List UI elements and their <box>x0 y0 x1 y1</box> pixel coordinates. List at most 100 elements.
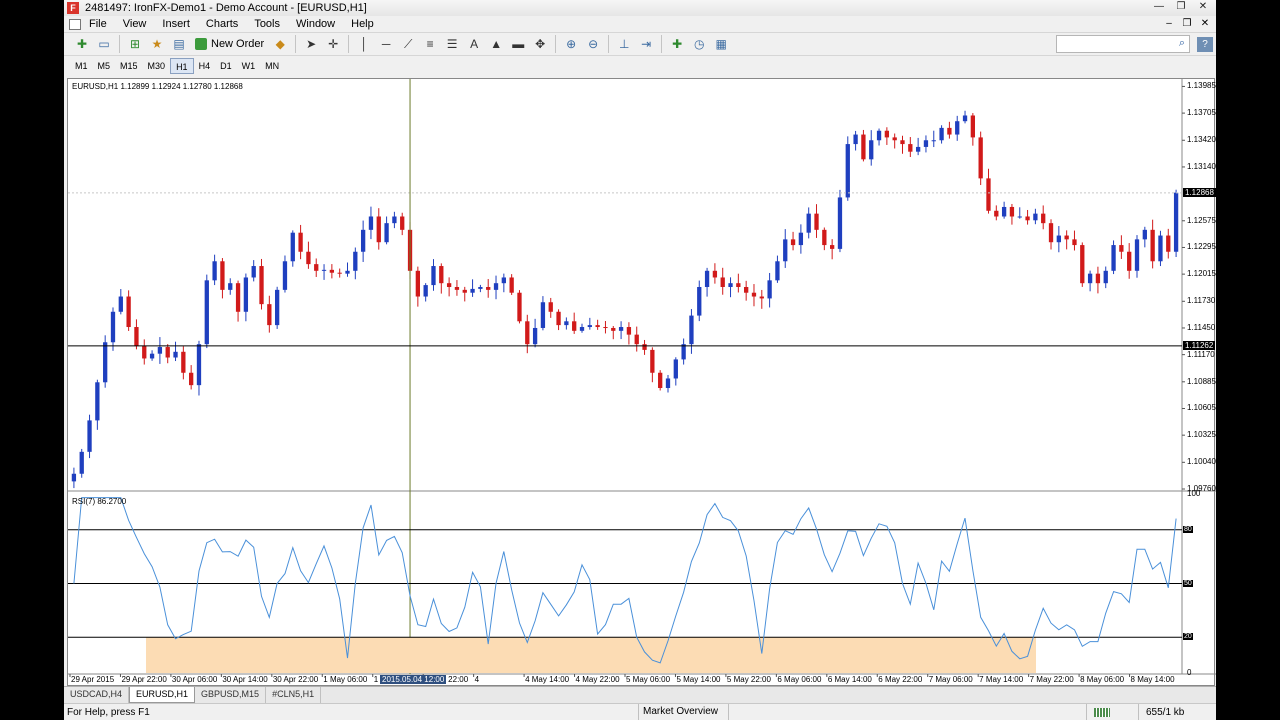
zoom-in-icon[interactable]: ⊕ <box>561 34 581 54</box>
close-icon[interactable]: ✕ <box>1192 0 1214 14</box>
bear-candle <box>947 127 952 135</box>
timeframe-m15[interactable]: M15 <box>115 58 143 74</box>
search-icon[interactable]: ⌕ <box>1179 37 1185 50</box>
bull-candle <box>110 311 116 343</box>
navigator-icon[interactable]: ▤ <box>169 34 189 54</box>
child-minimize-icon[interactable]: – <box>1160 17 1178 31</box>
bull-candle <box>1173 192 1179 252</box>
horizontal-line-icon[interactable]: ─ <box>376 34 396 54</box>
bull-candle <box>853 134 858 145</box>
child-restore-icon[interactable]: ❐ <box>1178 17 1196 31</box>
bull-candle <box>360 229 366 252</box>
autoscroll-icon[interactable]: ⇥ <box>636 34 656 54</box>
profiles-icon[interactable]: ▭ <box>94 34 114 54</box>
indicators-icon[interactable]: ✚ <box>667 34 687 54</box>
auto-trading-icon[interactable]: ◆ <box>270 34 290 54</box>
cursor-icon[interactable]: ➤ <box>301 34 321 54</box>
price-tick-label: 1.12295 <box>1187 242 1216 252</box>
status-profile[interactable]: Market Overview <box>638 704 718 720</box>
tab-gbpusd-m15[interactable]: GBPUSD,M15 <box>195 687 267 703</box>
bull-candle <box>939 127 944 141</box>
channel-icon[interactable]: ≡ <box>420 34 440 54</box>
bear-candle <box>235 283 241 312</box>
bear-candle <box>822 229 827 246</box>
bull-candle <box>79 451 84 474</box>
bear-candle <box>572 321 577 331</box>
menu-file[interactable]: File <box>81 18 115 30</box>
bear-candle <box>415 270 421 297</box>
menu-charts[interactable]: Charts <box>198 18 246 30</box>
market-watch-icon[interactable]: ⊞ <box>125 34 145 54</box>
new-order-button[interactable]: New Order <box>191 34 268 54</box>
maximize-icon[interactable]: ❐ <box>1170 0 1192 14</box>
menu-view[interactable]: View <box>115 18 155 30</box>
vertical-line-icon[interactable]: │ <box>354 34 374 54</box>
text-tool-icon[interactable]: A <box>464 34 484 54</box>
bull-candle <box>149 353 155 359</box>
help-icon[interactable]: ? <box>1197 37 1213 52</box>
tab-eurusd-h1[interactable]: EURUSD,H1 <box>129 687 196 703</box>
timeframe-h1[interactable]: H1 <box>170 58 194 74</box>
search-input[interactable]: ⌕ <box>1056 35 1190 53</box>
bear-candle <box>790 239 796 246</box>
bull-candle <box>423 285 428 297</box>
tab-usdcad-h4[interactable]: USDCAD,H4 <box>64 687 130 703</box>
bear-candle <box>314 264 319 271</box>
periods-icon[interactable]: ◷ <box>689 34 709 54</box>
arrow-label-icon[interactable]: ▲ <box>486 34 506 54</box>
new-chart-icon[interactable]: ✚ <box>72 34 92 54</box>
menu-help[interactable]: Help <box>343 18 382 30</box>
bear-candle <box>1119 245 1124 252</box>
bear-candle <box>759 296 764 299</box>
bear-candle <box>126 296 131 328</box>
child-close-icon[interactable]: ✕ <box>1196 17 1214 31</box>
connection-status-icon <box>1094 708 1110 717</box>
timeframe-m5[interactable]: M5 <box>93 58 116 74</box>
bull-candle <box>493 283 499 290</box>
timeframe-mn[interactable]: MN <box>260 58 284 74</box>
templates-icon[interactable]: ▦ <box>711 34 731 54</box>
toolbar-separator <box>295 35 297 53</box>
chart-shift-icon[interactable]: ⊥ <box>614 34 634 54</box>
bull-candle <box>915 146 921 152</box>
minimize-icon[interactable]: — <box>1148 0 1170 14</box>
timeframe-m1[interactable]: M1 <box>70 58 93 74</box>
rectangle-icon[interactable]: ▬ <box>508 34 528 54</box>
fibonacci-icon[interactable]: ☰ <box>442 34 462 54</box>
menu-insert[interactable]: Insert <box>154 18 198 30</box>
bull-candle <box>196 344 202 386</box>
timeframe-m30[interactable]: M30 <box>143 58 171 74</box>
timeframe-h4[interactable]: H4 <box>194 58 216 74</box>
rsi-highlight-zone <box>146 637 1036 673</box>
document-icon[interactable] <box>69 18 81 30</box>
bull-candle <box>282 261 288 290</box>
time-tick-label: 5 May 06:00 <box>626 675 671 684</box>
bear-candle <box>267 304 272 326</box>
status-bar: For Help, press F1 Market Overview 655/1… <box>64 703 1216 720</box>
bull-candle <box>876 130 882 141</box>
crosshair-tool-icon[interactable]: ✛ <box>323 34 343 54</box>
price-tick-label: 1.12015 <box>1187 269 1216 279</box>
favorites-icon[interactable]: ★ <box>147 34 167 54</box>
bear-candle <box>720 277 725 287</box>
bear-candle <box>181 351 186 373</box>
shapes-dropdown-icon[interactable]: ✥ <box>530 34 550 54</box>
chart-tabs: USDCAD,H4 EURUSD,H1 GBPUSD,M15 #CLN5,H1 <box>64 686 1216 703</box>
tab-cln5-h1[interactable]: #CLN5,H1 <box>266 687 322 703</box>
current-price-tag: 1.12868 <box>1183 187 1216 197</box>
price-chart[interactable] <box>68 79 1216 687</box>
terminal-window: F 2481497: IronFX-Demo1 - Demo Account -… <box>64 0 1216 720</box>
menu-tools[interactable]: Tools <box>246 18 288 30</box>
timeframe-w1[interactable]: W1 <box>237 58 261 74</box>
bull-candle <box>353 251 358 271</box>
trendline-icon[interactable]: ⟋ <box>398 34 418 54</box>
timeframe-d1[interactable]: D1 <box>215 58 237 74</box>
chart-window[interactable]: EURUSD,H1 1.12899 1.12924 1.12780 1.1286… <box>67 78 1216 687</box>
bull-candle <box>767 280 772 299</box>
zoom-out-icon[interactable]: ⊖ <box>583 34 603 54</box>
toolbar-separator <box>608 35 610 53</box>
menu-window[interactable]: Window <box>288 18 343 30</box>
bear-candle <box>454 287 460 290</box>
bull-candle <box>837 197 843 249</box>
bull-candle <box>431 266 436 286</box>
